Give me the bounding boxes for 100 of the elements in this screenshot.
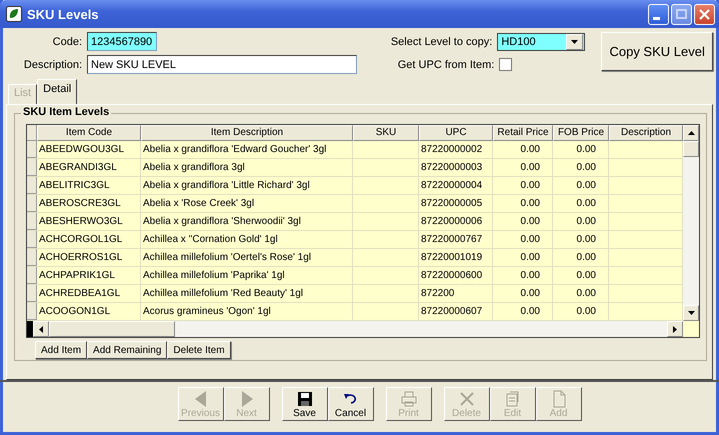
notepad-icon bbox=[504, 390, 522, 408]
code-label: Code: bbox=[52, 36, 82, 48]
dropdown-arrow-icon bbox=[571, 40, 578, 44]
table-cell: ABEEDWGOU3GL bbox=[37, 141, 141, 158]
table-cell: 0.00 bbox=[553, 141, 609, 158]
table-cell: 87220000002 bbox=[419, 141, 493, 158]
table-cell: 0.00 bbox=[553, 303, 609, 320]
minimize-icon bbox=[653, 16, 660, 20]
row-indicator bbox=[27, 125, 37, 141]
table-cell: 87220000607 bbox=[419, 303, 493, 320]
row-indicator bbox=[27, 267, 37, 284]
toolbar-button[interactable]: Save bbox=[282, 387, 328, 421]
table-cell: 0.00 bbox=[553, 195, 609, 212]
table-cell: 87220001019 bbox=[419, 249, 493, 266]
table-cell: Abelia x grandiflora 3gl bbox=[141, 159, 353, 176]
table-cell: Abelia x grandiflora 'Little Richard' 3gl bbox=[141, 177, 353, 194]
table-cell: 0.00 bbox=[553, 285, 609, 302]
table-cell: 0.00 bbox=[493, 267, 553, 284]
description-label: Description: bbox=[22, 58, 82, 70]
scroll-thumb[interactable] bbox=[49, 321, 175, 337]
table-cell: 0.00 bbox=[493, 213, 553, 230]
vertical-scrollbar[interactable] bbox=[683, 125, 699, 321]
table-cell: 87220000767 bbox=[419, 231, 493, 248]
table-cell: 872200 bbox=[419, 285, 493, 302]
scroll-down-arrow-icon bbox=[688, 311, 694, 315]
table-cell: 87220000600 bbox=[419, 267, 493, 284]
table-cell: 0.00 bbox=[493, 159, 553, 176]
column-header[interactable]: Description bbox=[609, 125, 683, 141]
table-cell: 0.00 bbox=[493, 195, 553, 212]
table-cell: Abelia x grandiflora 'Sherwoodii' 3gl bbox=[141, 213, 353, 230]
row-indicator bbox=[27, 195, 37, 212]
scroll-up-arrow-icon bbox=[688, 131, 694, 135]
table-cell: ACHREDBEA1GL bbox=[37, 285, 141, 302]
table-cell: 0.00 bbox=[553, 177, 609, 194]
grid-button[interactable]: Add Item bbox=[35, 341, 88, 359]
table-cell: Abelia x grandiflora 'Edward Goucher' 3gl bbox=[141, 141, 353, 158]
table-cell: Achillea millefolium 'Oertel's Rose' 1gl bbox=[141, 249, 353, 266]
table-cell: ABEGRANDI3GL bbox=[37, 159, 141, 176]
table-cell: Abelia x 'Rose Creek' 3gl bbox=[141, 195, 353, 212]
column-header[interactable]: SKU bbox=[353, 125, 419, 141]
column-header[interactable]: Item Description bbox=[141, 125, 353, 141]
table-cell: ACOOGON1GL bbox=[37, 303, 141, 320]
row-indicator bbox=[27, 249, 37, 266]
table-cell: ACHCORGOL1GL bbox=[37, 231, 141, 248]
printer-icon bbox=[400, 390, 418, 408]
table-cell: 0.00 bbox=[553, 159, 609, 176]
table-cell: ACHPAPRIK1GL bbox=[37, 267, 141, 284]
column-header[interactable]: Retail Price bbox=[493, 125, 553, 141]
minimize-button[interactable] bbox=[648, 4, 669, 24]
row-indicator bbox=[27, 141, 37, 158]
level-label: Select Level to copy: bbox=[390, 36, 492, 48]
tab[interactable]: Detail bbox=[37, 79, 78, 104]
table-cell: Achillea millefolium 'Red Beauty' 1gl bbox=[141, 285, 353, 302]
table-cell: Achillea millefolium 'Paprika' 1gl bbox=[141, 267, 353, 284]
leaf-icon bbox=[6, 6, 22, 22]
table-cell: 87220000005 bbox=[419, 195, 493, 212]
row-indicator bbox=[27, 159, 37, 176]
upc-label: Get UPC from Item: bbox=[398, 58, 494, 70]
x-icon bbox=[458, 390, 476, 408]
close-button[interactable] bbox=[694, 4, 715, 24]
upc-checkbox[interactable] bbox=[499, 58, 512, 71]
table-cell: 0.00 bbox=[493, 177, 553, 194]
row-indicator bbox=[27, 213, 37, 230]
table-cell: 0.00 bbox=[493, 249, 553, 266]
scroll-left-arrow-icon bbox=[39, 326, 43, 332]
table-cell: ABEROSCRE3GL bbox=[37, 195, 141, 212]
table-cell: 87220000006 bbox=[419, 213, 493, 230]
description-field[interactable]: New SKU LEVEL bbox=[87, 55, 357, 74]
table-cell: 0.00 bbox=[493, 303, 553, 320]
table-cell: 0.00 bbox=[553, 267, 609, 284]
grid-button[interactable]: Delete Item bbox=[167, 341, 231, 359]
table-cell: 0.00 bbox=[553, 249, 609, 266]
group-title: SKU Item Levels bbox=[21, 106, 112, 118]
code-field[interactable]: 1234567890 bbox=[87, 32, 157, 51]
maximize-icon bbox=[676, 9, 687, 19]
row-indicator bbox=[27, 303, 37, 320]
table-cell: 87220000003 bbox=[419, 159, 493, 176]
table-cell: ACHOERROS1GL bbox=[37, 249, 141, 266]
scroll-right-arrow-icon bbox=[673, 326, 677, 332]
level-dropdown[interactable]: HD100 bbox=[497, 32, 586, 50]
table-cell: Achillea x ''Cornation Gold' 1gl bbox=[141, 231, 353, 248]
maximize-button[interactable] bbox=[671, 4, 692, 24]
column-header[interactable]: UPC bbox=[419, 125, 493, 141]
table-cell: 0.00 bbox=[493, 141, 553, 158]
scroll-thumb[interactable] bbox=[683, 141, 699, 157]
toolbar-button[interactable]: Cancel bbox=[328, 387, 374, 421]
grid-button[interactable]: Add Remaining bbox=[87, 341, 168, 359]
row-indicator bbox=[27, 177, 37, 194]
table-cell: ABELITRIC3GL bbox=[37, 177, 141, 194]
column-header[interactable]: Item Code bbox=[37, 125, 141, 141]
horizontal-scrollbar[interactable] bbox=[27, 321, 683, 337]
table-cell: 0.00 bbox=[493, 231, 553, 248]
row-indicator bbox=[27, 231, 37, 248]
close-icon bbox=[699, 8, 710, 20]
table-cell: ABESHERWO3GL bbox=[37, 213, 141, 230]
copy-sku-level-button[interactable]: Copy SKU Level bbox=[601, 32, 713, 71]
table-cell: 0.00 bbox=[553, 213, 609, 230]
table-cell: 0.00 bbox=[493, 285, 553, 302]
column-header[interactable]: FOB Price bbox=[553, 125, 609, 141]
window-title: SKU Levels bbox=[27, 6, 100, 22]
